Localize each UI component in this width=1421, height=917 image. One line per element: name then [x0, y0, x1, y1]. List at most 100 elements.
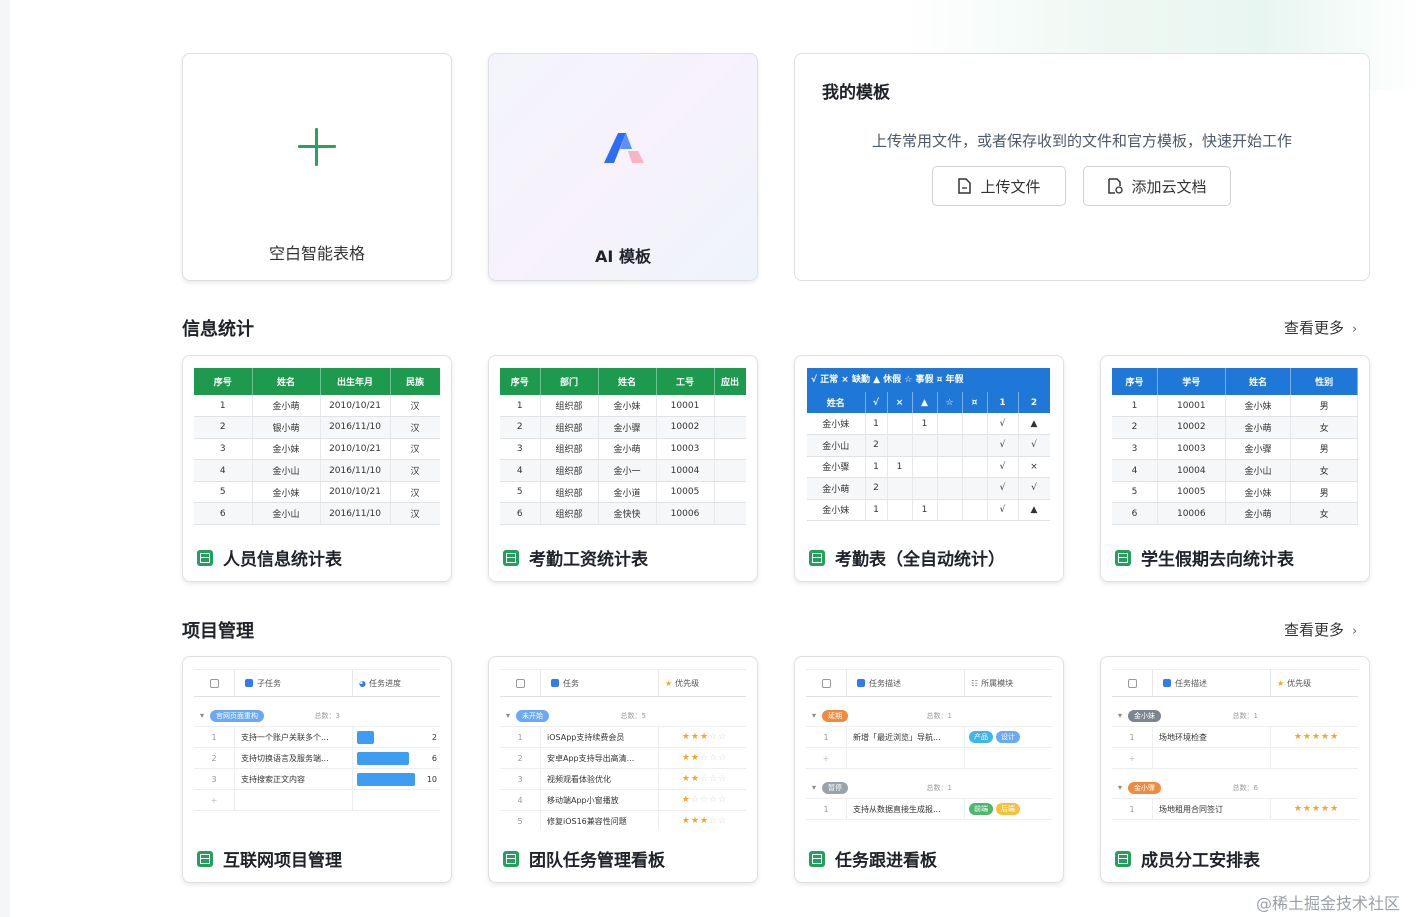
cell: 金小妹	[1225, 481, 1292, 504]
cell: 1	[865, 456, 888, 478]
cell: 金小妹	[252, 481, 321, 504]
cell: 10001	[656, 395, 715, 418]
template-preview: 任务 ★ 优先级 ▾ 未开始 总数：5 1 iOSApp支持续费会员 ★★★☆☆ 2 安…	[500, 669, 746, 829]
list-item: 1 支持一个账户关联多个... 2	[194, 727, 440, 748]
col-header: ×	[887, 392, 913, 413]
cell	[714, 438, 746, 461]
row-title: 安卓App支持导出高清...	[540, 748, 658, 768]
checkbox-icon	[1127, 678, 1137, 688]
row-number: 1	[211, 732, 217, 742]
upload-file-button[interactable]: 上传文件	[932, 166, 1066, 206]
template-card-footer: 人员信息统计表	[183, 532, 451, 581]
row-title: 视频观看体验优化	[540, 769, 658, 789]
preview-table: 序号 姓名 出生年月 民族 1 金小萌 2010/10/21 汉 2 银小萌 2016/1…	[194, 368, 440, 526]
blank-smart-sheet-card[interactable]: 空白智能表格	[182, 53, 452, 281]
cell: 男	[1290, 395, 1358, 418]
template-card-attendance-salary[interactable]: 序号 部门 姓名 工号 应出 1 组织部 金小妹 10001 2 组织部 金小骤 10002…	[488, 355, 758, 582]
group-count: 总数：6	[1232, 783, 1258, 792]
cell	[962, 456, 988, 478]
table-row: 4 组织部 金小一 10004	[500, 459, 746, 482]
cell: 女	[1290, 502, 1358, 526]
col-header: √	[865, 392, 888, 413]
cell: 金小一	[598, 459, 657, 482]
cell: 2010/10/21	[320, 481, 391, 504]
row-title: 修复iOS16兼容性问题	[540, 811, 658, 829]
cell: √	[987, 456, 1019, 478]
col-header: 学号	[1157, 368, 1226, 395]
template-card-member-assignment[interactable]: 任务描述 ★ 优先级 ▾ 金小妹 总数：1 1 场地环境检查 ★★★★★ + ▾ 金小…	[1100, 656, 1370, 883]
cell: 男	[1290, 481, 1358, 504]
priority-stars: ★★☆☆☆	[681, 753, 728, 763]
progress-value: 10	[426, 774, 437, 784]
progress-bar	[357, 730, 374, 744]
cell: 金小萌	[807, 477, 866, 500]
cell: 金小骤	[807, 456, 866, 478]
table-row: 1 10001 金小妹男	[1112, 395, 1358, 418]
cell: 金小妹	[807, 499, 866, 521]
row-title: 支持切换语言及服务端...	[234, 748, 352, 768]
cell: 1	[865, 499, 888, 521]
template-card-task-followup-board[interactable]: 任务描述 ☷ 所属模块 ▾ 延期 总数：1 1 新增「最近浏览」导航... 产品 设计 …	[794, 656, 1064, 883]
plus-icon	[298, 128, 336, 166]
col-header: 工号	[656, 368, 715, 395]
col-header: 性别	[1290, 368, 1358, 395]
row-number: 1	[517, 732, 523, 742]
row-title: 场地环境检查	[1152, 727, 1270, 747]
cell: 组织部	[540, 416, 599, 439]
group-pill: 未开始	[516, 709, 550, 722]
table-row: 1 组织部 金小妹 10001	[500, 395, 746, 418]
cell: 10005	[656, 481, 715, 504]
list-item: 2 支持切换语言及服务端... 6	[194, 748, 440, 769]
cell	[887, 477, 913, 500]
cell: √	[987, 477, 1019, 500]
cell	[962, 413, 988, 435]
add-cloud-doc-button[interactable]: 添加云文档	[1083, 166, 1231, 206]
sheet-icon	[1115, 850, 1131, 867]
cell: 组织部	[540, 502, 599, 526]
cell	[937, 456, 963, 478]
cell	[937, 477, 963, 500]
row-number: 5	[517, 816, 523, 826]
template-card-student-holiday[interactable]: 序号 学号 姓名 性别 1 10001 金小妹男 2 10002 金小萌女 3 10003…	[1100, 355, 1370, 582]
list-icon: ☷	[971, 678, 979, 688]
checkbox-icon	[515, 678, 525, 688]
column-label: 优先级	[675, 678, 700, 688]
cell	[887, 499, 913, 521]
priority-stars: ★★★☆☆	[681, 816, 728, 826]
template-name: 考勤工资统计表	[529, 550, 648, 570]
cell: 2	[1112, 416, 1158, 439]
group-count: 总数：1	[926, 783, 952, 792]
cell	[912, 477, 938, 500]
col-header: 姓名	[807, 392, 866, 413]
table-row: 6 金小山 2016/11/10 汉	[194, 502, 440, 526]
template-card-internet-project[interactable]: 子任务 ◕ 任务进度 ▾ 官网页面重构 总数：3 1 支持一个账户关联多个... 2 …	[182, 656, 452, 883]
priority-stars: ★★★★★	[1293, 804, 1340, 814]
row-title: 场地租用合同签订	[1152, 799, 1270, 819]
list-item: 1 新增「最近浏览」导航... 产品 设计	[806, 727, 1052, 748]
preview-table: 姓名 √ × ▲ ☆ ¤ 1 2 金小妹 1 1 √ ▲ 金小山 2 √ √ 金小骤 1 1 √ × …	[807, 392, 1050, 521]
table-row: 5 10005 金小妹男	[1112, 481, 1358, 504]
list-item: 1 iOSApp支持续费会员 ★★★☆☆	[500, 727, 746, 748]
template-name: 团队任务管理看板	[529, 851, 665, 871]
info-see-more-link[interactable]: 查看更多 ›	[1284, 317, 1357, 338]
group-count: 总数：3	[314, 711, 340, 720]
group-pill: 官网页面重构	[210, 709, 265, 722]
cell: ▲	[1018, 413, 1050, 435]
template-card-team-task-board[interactable]: 任务 ★ 优先级 ▾ 未开始 总数：5 1 iOSApp支持续费会员 ★★★☆☆ 2 安…	[488, 656, 758, 883]
row-number: 2	[211, 753, 217, 763]
ai-template-card[interactable]: AI 模板	[488, 53, 758, 281]
group-pill: 金小妹	[1128, 709, 1162, 722]
cell	[714, 481, 746, 504]
cell: √	[1018, 434, 1050, 457]
project-see-more-link[interactable]: 查看更多 ›	[1284, 619, 1357, 640]
col-header: 1	[987, 392, 1019, 413]
cell: 金小妹	[1225, 395, 1292, 418]
template-card-attendance-auto[interactable]: √ 正常 × 缺勤 ▲ 休假 ☆ 事假 ¤ 年假 姓名 √ × ▲ ☆ ¤ 1 …	[794, 355, 1064, 582]
template-card-footer: 互联网项目管理	[183, 833, 451, 882]
template-card-personnel-info[interactable]: 序号 姓名 出生年月 民族 1 金小萌 2010/10/21 汉 2 银小萌 2016/1…	[182, 355, 452, 582]
cell: 2	[500, 416, 541, 439]
cell: 汉	[390, 438, 440, 461]
list-item: 1 场地租用合同签订 ★★★★★	[1112, 799, 1358, 820]
table-row: 2 组织部 金小骤 10002	[500, 416, 746, 439]
col-header: ☆	[937, 392, 963, 413]
